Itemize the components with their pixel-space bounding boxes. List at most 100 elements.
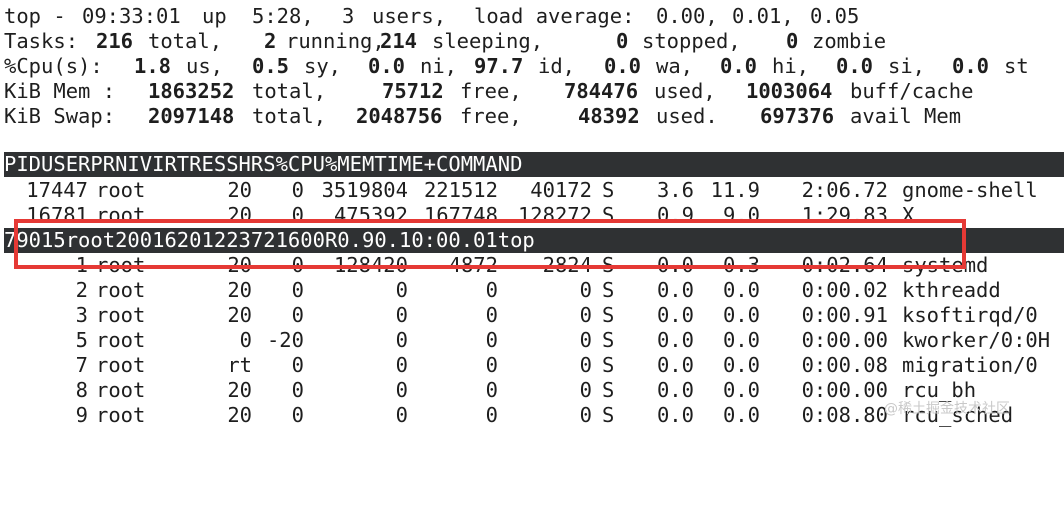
- cell-command: top: [497, 228, 535, 252]
- uptime-line: top - 09:33:01 up 5:28, 3 users, load av…: [4, 4, 860, 28]
- cell-state: S: [602, 353, 615, 377]
- cell-ni: 0: [291, 353, 304, 377]
- process-row[interactable]: 3 root 20 0 0 0 0 S 0.0 0.0 0:00.91 ksoftirqd/0: [0, 303, 1064, 328]
- cell-cpu: 0.0: [656, 278, 694, 302]
- process-row[interactable]: 7 root rt 0 0 0 0 S 0.0 0.0 0:00.08 migration/0: [0, 353, 1064, 378]
- mem-free: 75712: [382, 79, 444, 103]
- cell-shr: 2824: [542, 253, 592, 277]
- cpu-id: 97.7: [474, 54, 524, 78]
- cell-res: 0: [485, 353, 498, 377]
- column-header-res[interactable]: RES: [189, 152, 226, 176]
- cell-time: 0:00.01: [411, 228, 498, 252]
- cell-user: root: [96, 378, 146, 402]
- process-row[interactable]: 17447 root 20 0 3519804 221512 40172 S 3.6 11.9 2:…: [0, 178, 1064, 203]
- cpu-us: 1.8: [134, 54, 172, 78]
- cell-state: S: [602, 278, 615, 302]
- cell-res: 0: [485, 303, 498, 327]
- cell-pid: 5: [75, 328, 88, 352]
- column-header-ni[interactable]: NI: [115, 152, 140, 176]
- tasks-stopped: 0: [616, 29, 629, 53]
- cell-command: ksoftirqd/0: [902, 303, 1038, 327]
- swap-free: 2048756: [356, 104, 443, 128]
- cell-pid: 8: [75, 378, 88, 402]
- process-row[interactable]: 2 root 20 0 0 0 0 S 0.0 0.0 0:00.02 kthreadd: [0, 278, 1064, 303]
- cell-cpu: 3.6: [656, 178, 694, 202]
- column-header-virt[interactable]: VIRT: [140, 152, 189, 176]
- cell-command: kworker/0:0H: [902, 328, 1051, 352]
- cell-user: root: [96, 178, 146, 202]
- cell-virt: 0: [395, 378, 408, 402]
- swap-line: KiB Swap: 2097148 total, 2048756 free, 4…: [4, 104, 962, 128]
- cell-shr: 128272: [517, 203, 592, 227]
- cell-user: root: [65, 228, 116, 252]
- cell-pid: 17447: [26, 178, 88, 202]
- cell-ni: 0: [291, 303, 304, 327]
- cell-virt: 128420: [333, 253, 408, 277]
- cell-pid: 79015: [4, 228, 66, 252]
- cpu-line: %Cpu(s): 1.8 us, 0.5 sy, 0.0 ni, 97.7 id…: [4, 54, 1029, 78]
- column-header-state[interactable]: S: [263, 152, 275, 176]
- mem-cache: 1003064: [746, 79, 833, 103]
- cell-shr: 40172: [530, 178, 592, 202]
- column-header-cpu[interactable]: %CPU: [276, 152, 325, 176]
- cell-mem: 11.9: [710, 178, 760, 202]
- cell-shr: 1600: [275, 228, 325, 252]
- cell-res: 0: [485, 378, 498, 402]
- cell-mem: 0.3: [722, 253, 760, 277]
- cell-user: root: [96, 328, 146, 352]
- process-row[interactable]: 5 root 0 -20 0 0 0 S 0.0 0.0 0:00.00 kworker/0:0H: [0, 328, 1064, 353]
- cell-time: 1:29.83: [801, 203, 888, 227]
- cell-res: 2372: [226, 228, 276, 252]
- cell-user: root: [96, 303, 146, 327]
- cell-res: 221512: [423, 178, 498, 202]
- cell-pr: rt: [227, 353, 252, 377]
- cell-state: S: [602, 403, 615, 427]
- cell-res: 4872: [448, 253, 498, 277]
- watermark: @稀土掘金技术社区: [884, 401, 1010, 417]
- column-header-mem[interactable]: %MEM: [325, 152, 374, 176]
- current-time: 09:33:01: [82, 4, 181, 28]
- cell-shr: 0: [579, 403, 592, 427]
- column-header-time[interactable]: TIME+: [374, 152, 436, 176]
- process-row[interactable]: 1 root 20 0 128420 4872 2824 S 0.0 0.3 0:02.64 syst…: [0, 253, 1064, 278]
- cell-mem: 9.0: [722, 203, 760, 227]
- cell-ni: 0: [291, 178, 304, 202]
- process-row-selected[interactable]: 79015root20016201223721600R0.90.10:00.01…: [4, 228, 1064, 253]
- cpu-sy: 0.5: [252, 54, 290, 78]
- cell-user: root: [96, 353, 146, 377]
- process-row[interactable]: 16781 root 20 0 475392 167748 128272 S 0.9 9.0 1:2…: [0, 203, 1064, 228]
- terminal-window[interactable]: top - 09:33:01 up 5:28, 3 users, load av…: [0, 0, 1064, 433]
- cell-cpu: 0.0: [656, 378, 694, 402]
- cell-state: S: [602, 328, 615, 352]
- cell-pr: 20: [227, 303, 252, 327]
- tasks-line: Tasks: 216 total, 2 running, 214 sleepin…: [4, 29, 887, 53]
- cell-pid: 9: [75, 403, 88, 427]
- cell-pr: 0: [239, 328, 252, 352]
- cell-pr: 20: [115, 228, 140, 252]
- cell-time: 0:00.02: [801, 278, 888, 302]
- cpu-si: 0.0: [836, 54, 874, 78]
- cell-res: 0: [485, 278, 498, 302]
- cell-user: root: [96, 253, 146, 277]
- cell-mem: 0.1: [374, 228, 412, 252]
- cell-time: 0:02.64: [801, 253, 888, 277]
- cell-pr: 20: [227, 253, 252, 277]
- load-5: 0.01,: [732, 4, 794, 28]
- cell-shr: 0: [579, 303, 592, 327]
- cell-pr: 20: [227, 278, 252, 302]
- column-header-pr[interactable]: PR: [90, 152, 115, 176]
- mem-used: 784476: [564, 79, 639, 103]
- column-header-shr[interactable]: SHR: [226, 152, 263, 176]
- column-header-user[interactable]: USER: [41, 152, 90, 176]
- tasks-total: 216: [96, 29, 134, 53]
- cpu-st: 0.0: [952, 54, 990, 78]
- cell-ni: 0: [291, 378, 304, 402]
- column-header-command[interactable]: COMMAND: [436, 152, 522, 176]
- cell-pr: 20: [227, 378, 252, 402]
- column-header-pid[interactable]: PID: [4, 152, 41, 176]
- cell-shr: 0: [579, 353, 592, 377]
- cell-virt: 0: [395, 303, 408, 327]
- cell-cpu: 0.0: [656, 353, 694, 377]
- cell-virt: 0: [395, 353, 408, 377]
- cell-user: root: [96, 278, 146, 302]
